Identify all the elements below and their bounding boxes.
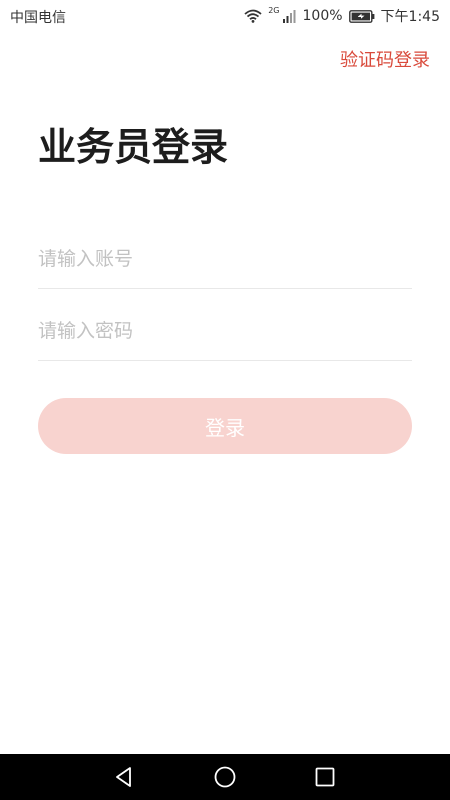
account-input[interactable] (38, 248, 412, 270)
sms-code-login-link[interactable]: 验证码登录 (340, 46, 430, 72)
navigation-bar (0, 754, 450, 800)
back-triangle-icon[interactable] (111, 764, 137, 790)
wifi-icon (244, 9, 262, 23)
account-field-container (38, 216, 412, 289)
login-button[interactable]: 登录 (38, 398, 412, 454)
network-type-label: 2G (268, 5, 280, 15)
page-title: 业务员登录 (38, 125, 229, 169)
home-circle-icon[interactable] (212, 764, 238, 790)
battery-percent: 100% (302, 8, 343, 24)
password-field-container (38, 288, 412, 361)
signal-icon (282, 9, 297, 23)
recent-square-icon[interactable] (312, 764, 338, 790)
carrier-name: 中国电信 (10, 10, 66, 26)
battery-icon (348, 9, 375, 23)
password-input[interactable] (38, 320, 412, 342)
status-bar: 中国电信 2G 100% 下午1:45 (0, 0, 450, 32)
clock-time: 下午1:45 (380, 9, 440, 25)
status-indicators: 2G 100% 下午1:45 (244, 6, 440, 26)
